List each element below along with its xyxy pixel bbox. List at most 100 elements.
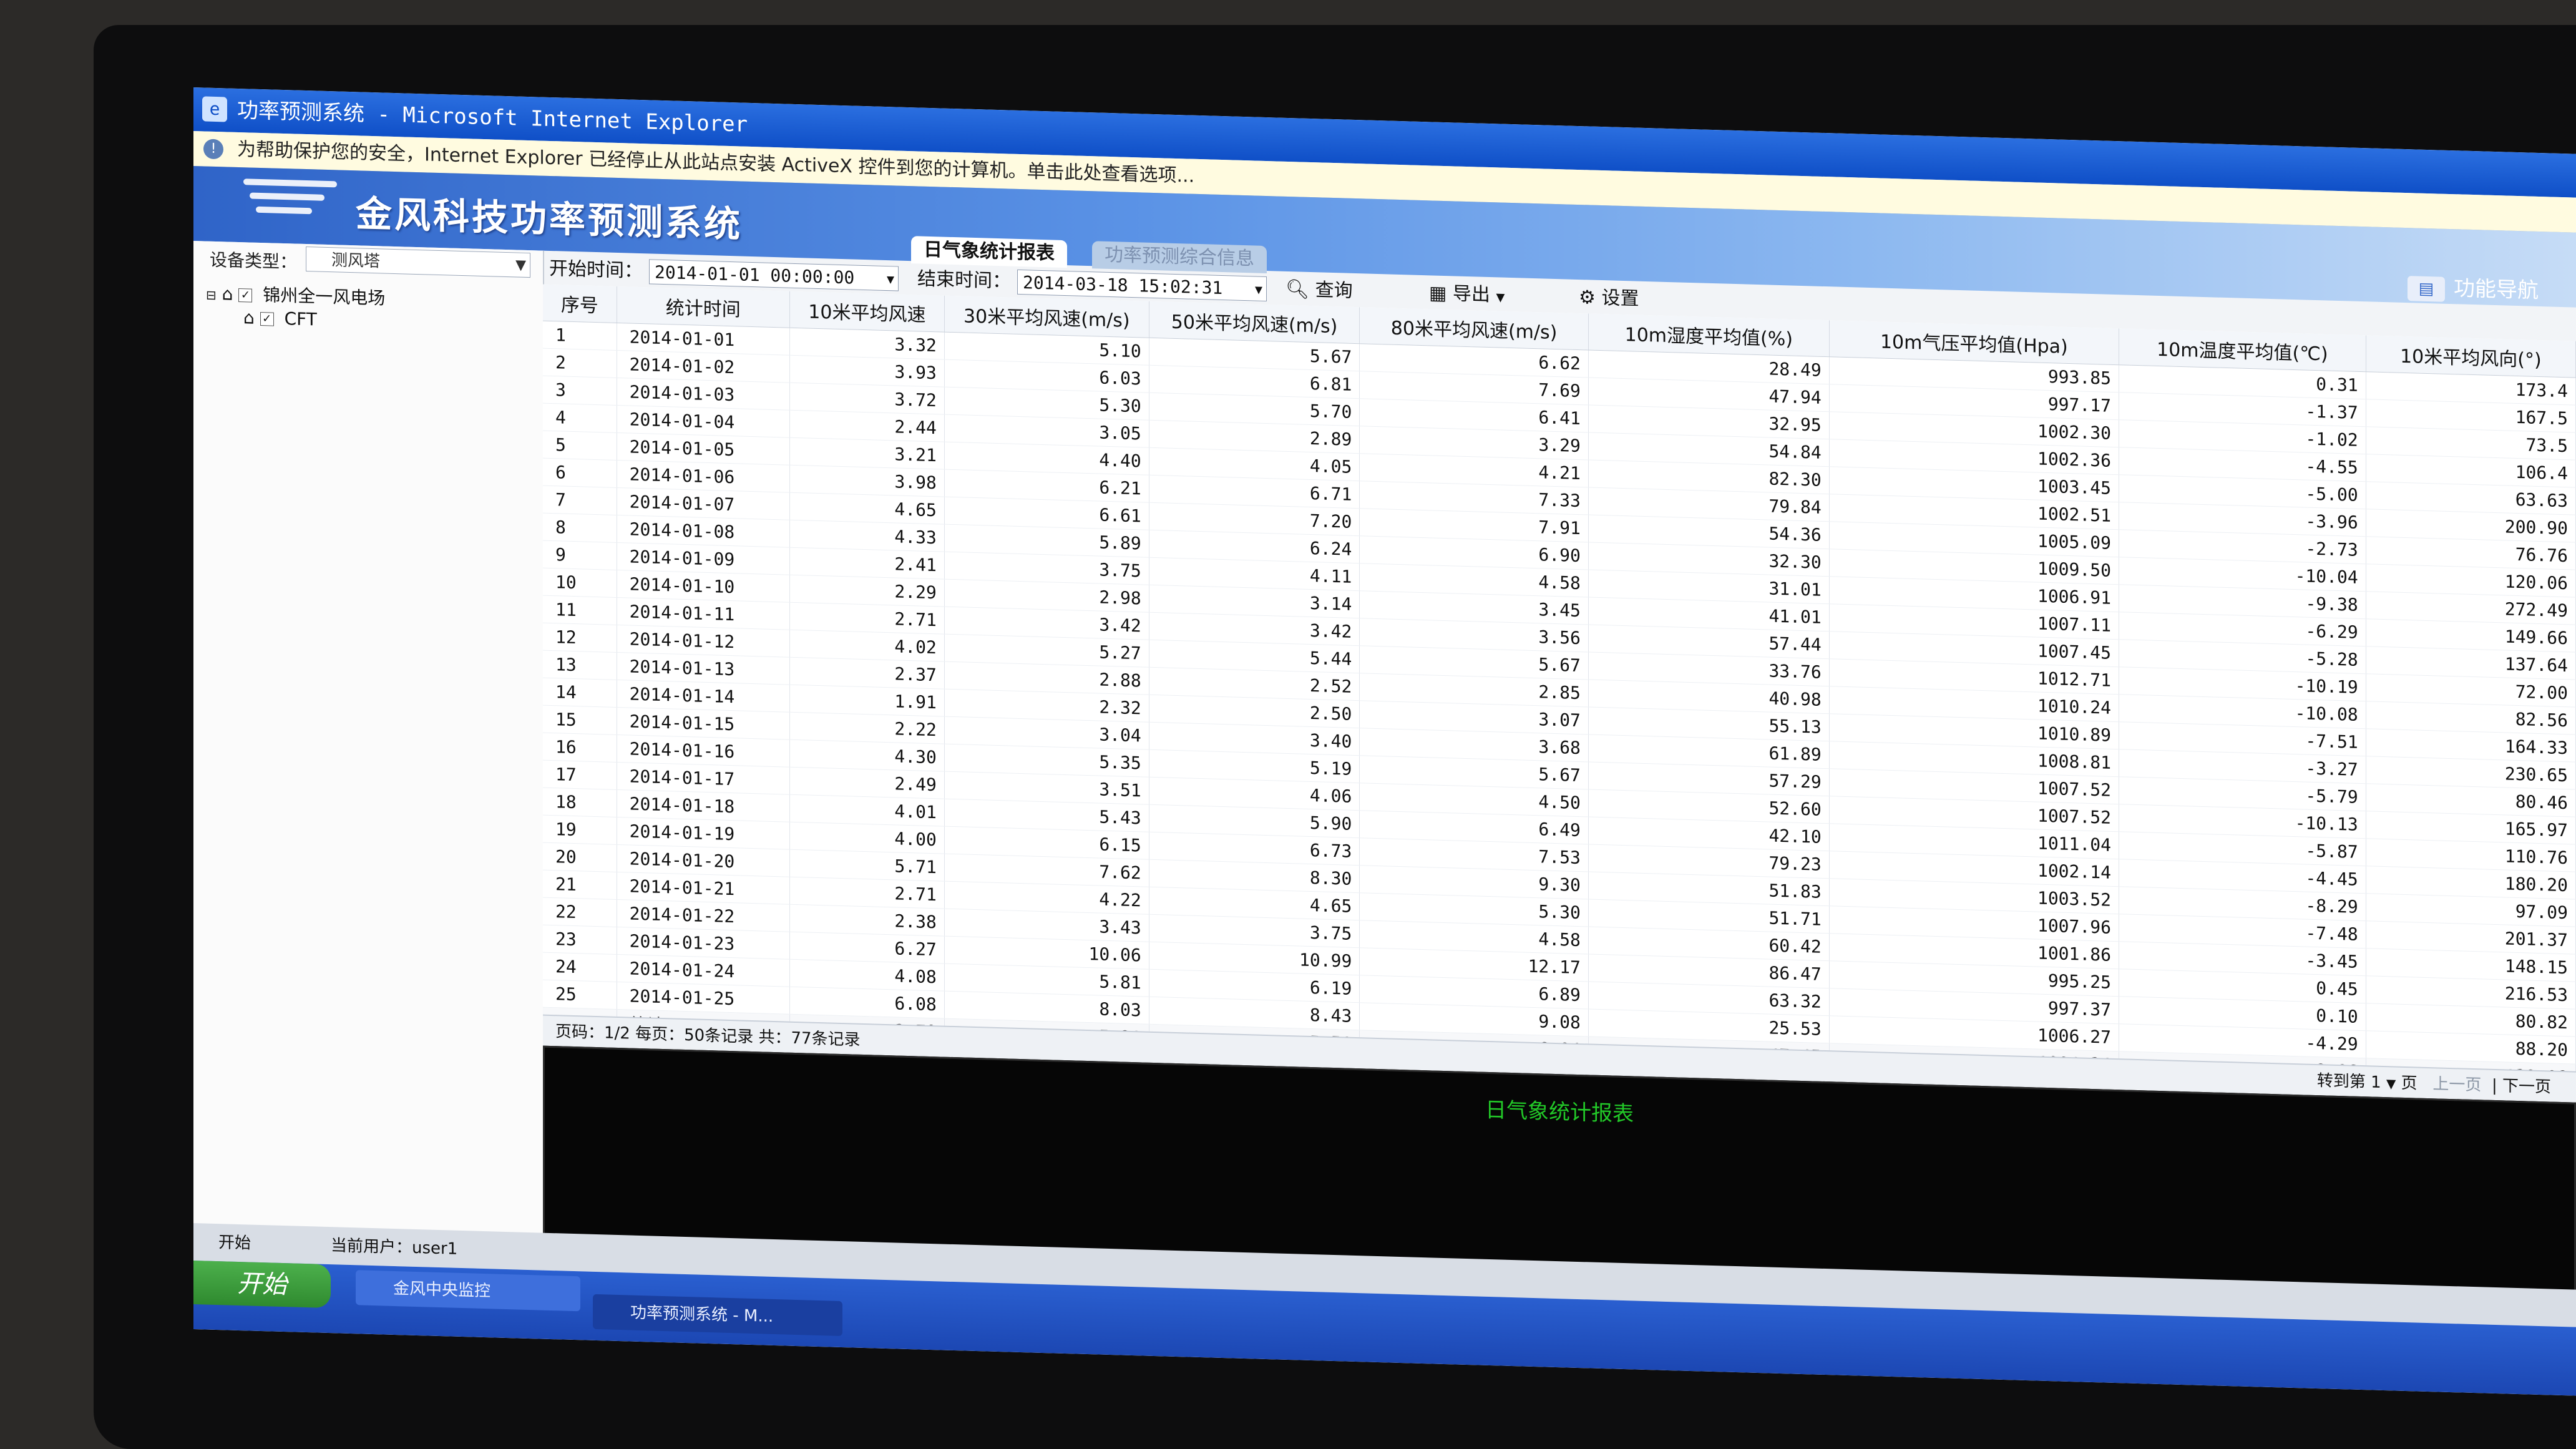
table-cell: 5 — [543, 431, 617, 461]
table-cell: 8 — [543, 513, 617, 543]
next-page-link[interactable]: 下一页 — [2502, 1076, 2551, 1096]
table-cell: 2.71 — [789, 602, 945, 635]
column-header[interactable]: 50米平均风速(m/s) — [1149, 301, 1360, 344]
table-cell: 13 — [543, 650, 617, 680]
browser-window: e 功率预测系统 - Microsoft Internet Explorer !… — [193, 87, 2576, 1396]
column-header[interactable]: 序号 — [543, 284, 617, 323]
table-cell: 25 — [543, 980, 617, 1010]
table-cell: 11 — [543, 595, 617, 625]
table-cell: 3.98 — [789, 465, 945, 497]
device-type-value: 测风塔 — [331, 251, 381, 271]
table-cell: 4.08 — [789, 959, 945, 992]
query-button[interactable]: 🔍︎ 查询 — [1286, 274, 1353, 307]
window-title: 功率预测系统 - Microsoft Internet Explorer — [237, 97, 748, 137]
tower-icon: ⌂ — [243, 307, 255, 328]
table-cell: 2014-01-09 — [617, 542, 790, 575]
table-cell: 3.21 — [789, 437, 945, 470]
end-time-input[interactable]: 2014-03-18 15:02:31 ▼ — [1017, 269, 1267, 302]
table-cell: 3.93 — [789, 355, 945, 388]
column-header[interactable]: 10m湿度平均值(%) — [1588, 313, 1830, 357]
table-cell: 2.71 — [789, 877, 945, 909]
table-cell: 12 — [543, 623, 617, 653]
table-cell: 20 — [543, 842, 617, 872]
tree-collapse-icon[interactable]: ⊟ — [206, 288, 217, 303]
table-cell: 2014-01-19 — [617, 817, 790, 850]
table-cell: 2014-01-06 — [617, 460, 790, 493]
page-unit: 页 — [2401, 1073, 2417, 1093]
prev-page-link[interactable]: 上一页 — [2432, 1075, 2481, 1095]
column-header[interactable]: 10米平均风向(°) — [2366, 335, 2576, 378]
search-icon: 🔍︎ — [1286, 278, 1310, 301]
table-cell: 2014-01-14 — [617, 680, 790, 713]
start-time-input[interactable]: 2014-01-01 00:00:00 ▼ — [649, 259, 899, 291]
start-label: 开始 — [237, 1269, 287, 1300]
table-cell: 2014-01-07 — [617, 487, 790, 520]
query-label: 查询 — [1315, 279, 1353, 302]
table-cell: 6.27 — [789, 932, 945, 964]
table-cell: 7 — [543, 485, 617, 515]
table-cell: 2014-01-18 — [617, 789, 790, 822]
start-time-label: 开始时间： — [549, 257, 643, 283]
table-cell: 17 — [543, 760, 617, 790]
settings-label: 设置 — [1601, 287, 1639, 310]
export-icon: ▦ — [1429, 282, 1447, 305]
end-time-label: 结束时间： — [917, 268, 1011, 293]
function-nav-button[interactable]: ▤ 功能导航 — [2408, 271, 2539, 306]
table-cell: 18 — [543, 788, 617, 817]
tree-node-cft[interactable]: ⌂ ✓ CFT — [243, 307, 317, 329]
table-cell: 6 — [543, 458, 617, 488]
table-cell: 2014-01-17 — [617, 762, 790, 795]
column-header[interactable]: 10米平均风速 — [789, 291, 945, 333]
table-cell: 2014-01-08 — [617, 515, 790, 548]
status-start[interactable]: 开始 — [218, 1224, 251, 1262]
settings-button[interactable]: ⚙ 设置 — [1579, 282, 1639, 315]
chevron-down-icon[interactable]: ▼ — [2386, 1076, 2396, 1091]
table-cell: 14 — [543, 678, 617, 708]
table-cell: 2014-01-24 — [617, 954, 790, 987]
function-nav-label: 功能导航 — [2454, 276, 2539, 303]
table-cell: 3 — [543, 376, 617, 406]
table-cell: 2.41 — [789, 547, 945, 580]
table-cell: 2.44 — [789, 410, 945, 442]
device-type-select[interactable]: 测风塔 ▼ — [306, 246, 530, 278]
table-cell: 2014-01-23 — [617, 927, 790, 960]
table-cell: 2014-01-03 — [617, 378, 790, 411]
tree-checkbox-cft[interactable]: ✓ — [260, 311, 274, 326]
table-cell: 3.72 — [789, 383, 945, 415]
chevron-down-icon: ▼ — [1496, 291, 1505, 305]
table-cell: 5.71 — [789, 849, 945, 882]
table-cell: 9 — [543, 540, 617, 570]
column-header[interactable]: 统计时间 — [617, 286, 790, 328]
table-cell: 4.01 — [789, 794, 945, 827]
export-button[interactable]: ▦ 导出 ▼ — [1429, 278, 1505, 313]
page-select[interactable]: 1 — [2371, 1073, 2381, 1091]
column-header[interactable]: 10m温度平均值(℃) — [2119, 328, 2366, 372]
tree-node-root[interactable]: ⊟ ⌂ ✓ 锦州全一风电场 — [206, 280, 385, 310]
shield-icon: ! — [203, 139, 223, 160]
table-cell: 1 — [543, 321, 617, 351]
table-cell: 2014-01-22 — [617, 899, 790, 932]
task-label: 功率预测系统 - M... — [630, 1303, 774, 1326]
current-user: 当前用户：user1 — [331, 1236, 458, 1259]
device-type-label: 设备类型： — [210, 249, 298, 273]
start-button[interactable]: 开始 — [193, 1261, 331, 1309]
table-cell: 22 — [543, 897, 617, 927]
taskbar-item-monitor[interactable]: 金风中央监控 — [356, 1270, 580, 1312]
nav-icon: ▤ — [2408, 275, 2445, 302]
table-cell: 2014-01-11 — [617, 597, 790, 630]
column-header[interactable]: 80米平均风速(m/s) — [1359, 307, 1589, 350]
column-header[interactable]: 30米平均风速(m/s) — [944, 295, 1149, 338]
data-grid[interactable]: 序号 统计时间 10米平均风速 30米平均风速(m/s) 50米平均风速(m/s) 80米… — [543, 284, 2576, 1071]
table-cell: 21 — [543, 870, 617, 900]
table-cell: 15 — [543, 705, 617, 735]
tab-daily-report[interactable]: 日气象统计报表 — [911, 236, 1067, 268]
table-cell: 10 — [543, 568, 617, 598]
logo-icon — [243, 178, 337, 231]
table-cell: 2014-01-05 — [617, 432, 790, 466]
table-cell: 4.02 — [789, 630, 945, 662]
tab-power-forecast[interactable]: 功率预测综合信息 — [1092, 241, 1267, 274]
table-cell: 4.00 — [789, 822, 945, 854]
table-cell: 6.08 — [789, 987, 945, 1019]
tree-checkbox-root[interactable]: ✓ — [238, 288, 253, 303]
taskbar-item-power[interactable]: 功率预测系统 - M... — [593, 1294, 842, 1337]
